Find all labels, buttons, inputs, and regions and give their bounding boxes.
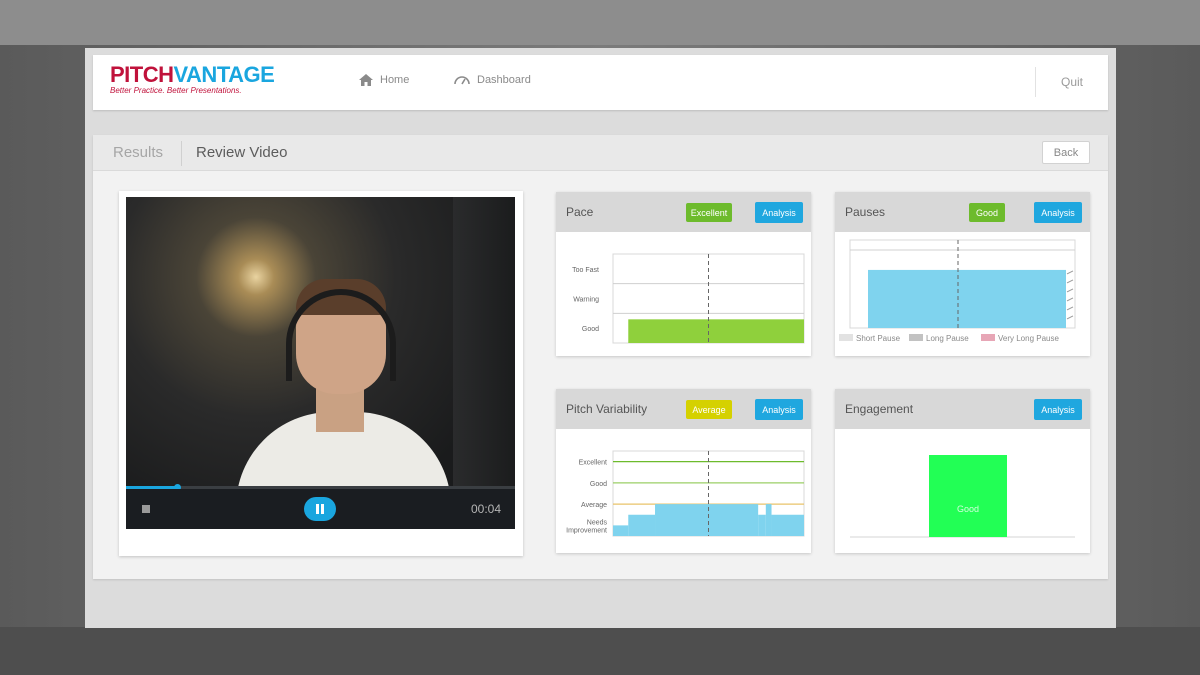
pauses-legend-label: Short Pause <box>856 334 901 343</box>
panel-pitch-variability: Pitch Variability Average Analysis Needs… <box>556 389 811 553</box>
pauses-legend-label: Very Long Pause <box>998 334 1059 343</box>
pause-button[interactable] <box>304 497 336 521</box>
video-player[interactable]: 00:04 <box>126 197 515 529</box>
pitch-area-segment <box>613 525 629 536</box>
pauses-rating-badge: Good <box>969 203 1005 222</box>
logo-pitch-text: PITCH <box>110 62 174 87</box>
pauses-legend-swatch <box>909 334 923 341</box>
pitch-area-segment <box>758 514 766 536</box>
pauses-chart: Short Pause Long Pause Very Long Pause <box>839 239 1076 343</box>
pitch-area-segment <box>765 504 772 536</box>
panel-pauses: Pauses Good Analysis Short Pause Long Pau… <box>835 192 1090 356</box>
stop-button[interactable] <box>142 505 150 513</box>
video-time: 00:04 <box>470 502 501 516</box>
pitch-rating-badge: Average <box>686 400 732 419</box>
video-controls: 00:04 <box>126 489 515 529</box>
breadcrumb-results[interactable]: Results <box>113 144 163 161</box>
sub-header: Results Review Video Back <box>93 135 1108 171</box>
panel-engagement-title: Engagement <box>845 402 914 416</box>
backdrop-bottom <box>0 627 1200 675</box>
engagement-chart: Good <box>850 455 1075 538</box>
top-bar: PITCHVANTAGE Better Practice. Better Pre… <box>93 55 1108 110</box>
panel-pace: Pace Excellent Analysis Good Warning Too F… <box>556 192 811 356</box>
video-frame <box>126 197 515 522</box>
pace-bar <box>628 319 804 343</box>
breadcrumb-divider <box>181 141 182 166</box>
pitch-tick-label: Excellent <box>579 460 607 467</box>
nav-dashboard[interactable]: Dashboard <box>454 74 531 86</box>
engagement-bar <box>929 455 1007 537</box>
app-window: PITCHVANTAGE Better Practice. Better Pre… <box>85 48 1116 628</box>
engagement-bar-label: Good <box>957 504 979 514</box>
pitch-variability-chart: NeedsImprovement Average Good Excellent <box>566 450 805 537</box>
pace-tick-label: Too Fast <box>572 267 599 274</box>
content-area: Results Review Video Back 00:04 Pace Exc… <box>93 135 1108 579</box>
home-icon <box>359 74 373 86</box>
pauses-legend-swatch <box>981 334 995 341</box>
gauge-icon <box>454 76 470 85</box>
nav-dashboard-label: Dashboard <box>477 74 531 86</box>
panel-pauses-title: Pauses <box>845 205 886 219</box>
panel-pace-title: Pace <box>566 205 594 219</box>
engagement-analysis-button[interactable]: Analysis <box>1034 399 1082 420</box>
video-card: 00:04 <box>119 191 523 556</box>
logo[interactable]: PITCHVANTAGE Better Practice. Better Pre… <box>110 61 275 95</box>
quit-button[interactable]: Quit <box>1035 67 1108 97</box>
pitch-area-segment <box>655 504 759 536</box>
panel-engagement: Engagement Analysis Good <box>835 389 1090 553</box>
pace-tick-label: Warning <box>573 297 599 304</box>
nav-home[interactable]: Home <box>359 74 409 86</box>
pitch-tick-label: Average <box>581 502 607 509</box>
pauses-legend-label: Long Pause <box>926 334 969 343</box>
pace-tick-label: Good <box>582 326 599 333</box>
pitch-tick-label: Improvement <box>566 527 607 534</box>
panel-pitch-title: Pitch Variability <box>566 402 648 416</box>
pitch-tick-label: Needs <box>587 519 608 526</box>
pitch-analysis-button[interactable]: Analysis <box>755 399 803 420</box>
pitch-area-segment <box>628 514 656 536</box>
page-title: Review Video <box>196 144 288 161</box>
pace-chart: Good Warning Too Fast <box>572 253 805 344</box>
back-button[interactable]: Back <box>1042 141 1090 164</box>
nav-home-label: Home <box>380 74 410 86</box>
backdrop-top <box>0 0 1200 45</box>
logo-vantage-text: VANTAGE <box>173 62 275 87</box>
pace-rating-badge: Excellent <box>686 203 732 222</box>
pitch-area-segment <box>771 514 804 536</box>
pace-analysis-button[interactable]: Analysis <box>755 202 803 223</box>
pauses-analysis-button[interactable]: Analysis <box>1034 202 1082 223</box>
pauses-legend-swatch <box>839 334 853 341</box>
pauses-bar <box>868 269 1066 328</box>
pitch-tick-label: Good <box>590 481 607 488</box>
pause-icon <box>316 504 319 514</box>
